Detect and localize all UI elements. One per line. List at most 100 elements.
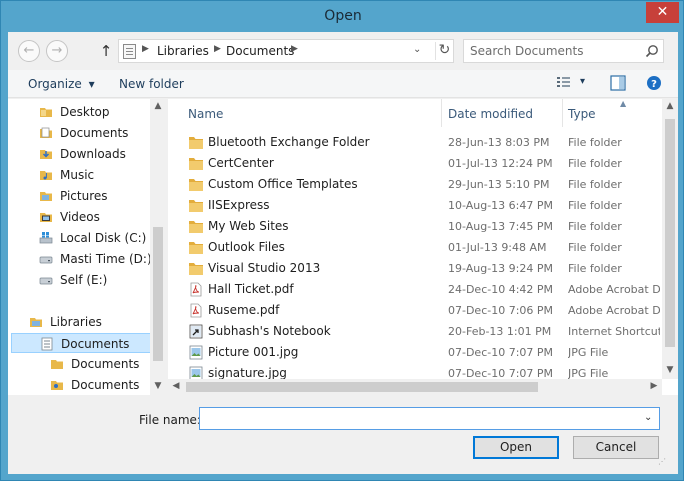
user-folder-icon <box>51 381 63 390</box>
new-folder-button[interactable]: New folder <box>119 77 184 91</box>
library-icon <box>123 44 136 59</box>
view-dropdown-icon[interactable]: ▾ <box>580 76 585 87</box>
folder-icon <box>189 158 203 170</box>
table-row[interactable]: Picture 001.jpg 07-Dec-10 7:07 PM JPG Fi… <box>168 342 658 363</box>
navigation-scrollbar[interactable]: ▲ ▼ <box>150 99 166 395</box>
file-date: 29-Jun-13 5:10 PM <box>448 178 550 191</box>
breadcrumb-separator-icon[interactable]: ▶ <box>214 44 221 54</box>
scrollbar-thumb[interactable] <box>186 382 538 392</box>
breadcrumb-libraries[interactable]: Libraries <box>157 44 209 58</box>
file-name-combobox[interactable]: ⌄ <box>199 407 660 430</box>
title-bar[interactable]: Open ✕ <box>1 1 684 33</box>
back-button[interactable]: ← <box>18 40 40 62</box>
file-name: Ruseme.pdf <box>208 303 280 317</box>
address-dropdown-icon[interactable]: ⌄ <box>413 44 421 55</box>
open-button[interactable]: Open <box>473 436 559 459</box>
column-header-type[interactable]: Type <box>568 107 596 121</box>
table-row[interactable]: Hall Ticket.pdf 24-Dec-10 4:42 PM Adobe … <box>168 279 660 300</box>
close-button[interactable]: ✕ <box>646 2 679 23</box>
table-row[interactable]: Subhash's Notebook 20-Feb-13 1:01 PM Int… <box>168 321 660 342</box>
folder-icon <box>189 263 203 275</box>
folder-icon <box>51 360 63 369</box>
organize-label: Organize <box>28 77 82 91</box>
resize-grip-icon[interactable]: ⋰ <box>658 457 666 466</box>
nav-item-desktop[interactable]: Desktop <box>8 102 150 122</box>
folder-icon <box>189 200 203 212</box>
nav-item-label: Masti Time (D:) <box>60 252 152 266</box>
scroll-down-icon[interactable]: ▼ <box>150 381 166 391</box>
cancel-button[interactable]: Cancel <box>573 436 659 459</box>
refresh-button[interactable]: ↻ <box>435 42 453 60</box>
file-type: Internet Shortcut <box>568 325 660 338</box>
table-row[interactable]: CertCenter 01-Jul-13 12:24 PM File folde… <box>168 153 658 174</box>
documents-library-icon <box>41 337 53 351</box>
nav-item-local-disk-c[interactable]: Local Disk (C:) <box>8 228 150 248</box>
file-type: File folder <box>568 199 622 212</box>
nav-item-downloads[interactable]: Downloads <box>8 144 150 164</box>
breadcrumb-separator-icon[interactable]: ▶ <box>142 44 149 54</box>
scroll-down-icon[interactable]: ▼ <box>662 365 678 375</box>
folder-icon <box>189 137 203 149</box>
nav-item-label: Documents <box>71 378 140 392</box>
column-header-name[interactable]: Name <box>188 107 223 121</box>
nav-item-documents-user[interactable]: Documents <box>8 375 150 395</box>
file-list-horizontal-scrollbar[interactable]: ◀ ▶ <box>168 379 662 395</box>
address-bar[interactable]: ▶ Libraries ▶ Documents ▶ ⌄ ↻ <box>118 39 454 63</box>
table-row[interactable]: Outlook Files 01-Jul-13 9:48 AM File fol… <box>168 237 658 258</box>
forward-button[interactable]: → <box>46 40 68 62</box>
file-name: My Web Sites <box>208 219 289 233</box>
file-type: File folder <box>568 157 622 170</box>
organize-menu[interactable]: Organize ▾ <box>28 77 95 91</box>
nav-item-music[interactable]: Music <box>8 165 150 185</box>
file-type: File folder <box>568 178 622 191</box>
nav-item-self-e[interactable]: Self (E:) <box>8 270 150 290</box>
nav-item-label: Documents <box>71 357 140 371</box>
column-header-date-modified[interactable]: Date modified <box>448 107 533 121</box>
column-divider[interactable] <box>562 99 563 127</box>
file-type: Adobe Acrobat D <box>568 283 660 296</box>
table-row[interactable]: Bluetooth Exchange Folder 28-Jun-13 8:03… <box>168 132 658 153</box>
search-input[interactable] <box>470 43 640 59</box>
nav-item-label: Local Disk (C:) <box>60 231 147 245</box>
file-name: IISExpress <box>208 198 270 212</box>
file-name: signature.jpg <box>208 366 287 380</box>
search-icon[interactable] <box>645 44 659 58</box>
nav-item-pictures[interactable]: Pictures <box>8 186 150 206</box>
scroll-up-icon[interactable]: ▲ <box>150 101 166 111</box>
nav-item-documents[interactable]: Documents <box>8 123 150 143</box>
breadcrumb-documents[interactable]: Documents <box>226 44 294 58</box>
drive-icon <box>39 256 53 264</box>
search-box[interactable] <box>463 39 664 63</box>
file-name-input[interactable] <box>204 411 634 426</box>
table-row[interactable]: My Web Sites 10-Aug-13 7:45 PM File fold… <box>168 216 658 237</box>
documents-folder-icon <box>40 127 52 138</box>
navigation-pane[interactable]: Desktop Documents Downloads Music Pictur… <box>8 99 166 395</box>
scrollbar-thumb[interactable] <box>153 227 163 361</box>
pictures-folder-icon <box>40 192 52 201</box>
table-row[interactable]: Ruseme.pdf 07-Dec-10 7:06 PM Adobe Acrob… <box>168 300 660 321</box>
nav-item-label: Downloads <box>60 147 126 161</box>
scroll-up-icon[interactable]: ▲ <box>662 101 678 111</box>
scroll-left-icon[interactable]: ◀ <box>168 381 184 391</box>
file-list[interactable]: Name Date modified Type ▲ Bluetooth Exch… <box>168 99 678 395</box>
help-icon[interactable]: ? <box>646 75 662 91</box>
preview-pane-icon[interactable] <box>610 75 626 91</box>
nav-item-masti-time-d[interactable]: Masti Time (D:) <box>8 249 152 269</box>
file-list-vertical-scrollbar[interactable]: ▲ ▼ <box>662 99 678 379</box>
nav-item-documents-library[interactable]: Documents <box>11 333 153 353</box>
nav-item-videos[interactable]: Videos <box>8 207 150 227</box>
table-row[interactable]: IISExpress 10-Aug-13 6:47 PM File folder <box>168 195 658 216</box>
table-row[interactable]: Custom Office Templates 29-Jun-13 5:10 P… <box>168 174 658 195</box>
view-options-icon[interactable] <box>556 75 572 89</box>
up-button[interactable]: ↑ <box>98 41 114 61</box>
column-divider[interactable] <box>441 99 442 127</box>
nav-item-libraries[interactable]: Libraries <box>8 312 150 332</box>
open-dialog: Open ✕ ← → ↑ ▶ Libraries ▶ Documents ▶ ⌄… <box>0 0 684 481</box>
scroll-right-icon[interactable]: ▶ <box>646 381 662 391</box>
svg-text:?: ? <box>651 79 657 90</box>
file-name-dropdown-icon[interactable]: ⌄ <box>644 412 652 423</box>
breadcrumb-separator-icon[interactable]: ▶ <box>291 44 298 54</box>
table-row[interactable]: Visual Studio 2013 19-Aug-13 9:24 PM Fil… <box>168 258 658 279</box>
scrollbar-thumb[interactable] <box>665 119 675 347</box>
nav-item-documents-public[interactable]: Documents <box>8 354 150 374</box>
